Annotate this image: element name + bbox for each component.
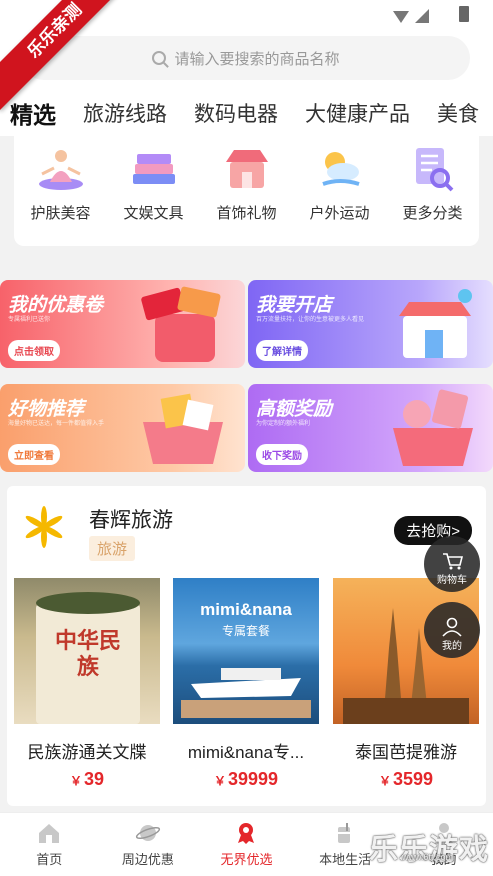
search-list-icon xyxy=(408,144,458,194)
tab-health-products[interactable]: 大健康产品 xyxy=(305,98,410,128)
weather-icon xyxy=(315,144,365,194)
drink-icon xyxy=(332,821,358,845)
banner-title: 我要开店 xyxy=(256,295,333,316)
planet-icon xyxy=(135,821,161,845)
banner-subtitle: 为你定制的额外福利 xyxy=(256,421,311,427)
floating-mine-button[interactable]: 我的 xyxy=(424,602,480,658)
product-card[interactable]: 中华民族 民族游通关文牒 ￥ 39 xyxy=(14,578,160,790)
claim-button[interactable]: 点击领取 xyxy=(8,340,60,361)
product-card[interactable]: mimi&nana 专属套餐 mimi&nana专... ￥ 39999 xyxy=(173,578,319,790)
books-icon xyxy=(129,144,179,194)
category-label: 护肤美容 xyxy=(30,205,91,222)
product-image: 中华民族 xyxy=(14,578,160,724)
collect-reward-button[interactable]: 收下奖励 xyxy=(256,444,308,465)
cart-icon xyxy=(443,553,463,570)
cruise-ship-illustration xyxy=(181,668,311,718)
tab-food[interactable]: 美食 xyxy=(437,98,479,128)
category-more[interactable]: 更多分类 xyxy=(391,144,475,246)
tab-travel-routes[interactable]: 旅游线路 xyxy=(83,98,167,128)
nav-label: 周边优惠 xyxy=(121,852,174,867)
gift-shop-icon xyxy=(222,144,272,194)
nav-boundless-picks[interactable]: 无界优选 xyxy=(197,813,296,876)
product-price: ￥ 39 xyxy=(69,769,105,789)
banner-title: 好物推荐 xyxy=(8,399,85,420)
nav-label: 本地生活 xyxy=(319,852,372,867)
shop-name[interactable]: 春辉旅游 xyxy=(89,504,173,534)
ribbon-badge-icon xyxy=(233,821,259,845)
coupon-banner[interactable]: 我的优惠卷 专属福利已送你 点击领取 xyxy=(0,280,245,368)
watermark-url: www.6tt.com xyxy=(401,852,453,862)
banner-subtitle: 专属福利已送你 xyxy=(8,317,51,323)
tab-digital-appliances[interactable]: 数码电器 xyxy=(194,98,278,128)
category-grid: 护肤美容 文娱文具 首饰礼物 户外运动 更多分类 xyxy=(14,136,479,246)
open-store-banner[interactable]: 我要开店 百万流量扶持，让你的生意被更多人看见 了解详情 xyxy=(248,280,493,368)
store-icon xyxy=(399,289,472,358)
nav-home[interactable]: 首页 xyxy=(0,813,99,876)
product-price: ￥ 3599 xyxy=(378,769,434,789)
reward-basket-icon xyxy=(393,389,473,466)
shop-logo-icon xyxy=(25,506,63,548)
category-tabs: 精选 旅游线路 数码电器 大健康产品 美食 xyxy=(0,90,493,136)
recommend-banner[interactable]: 好物推荐 海量好物已送达，每一件都值得入手 立即查看 xyxy=(0,384,245,472)
brand-watermark: 乐乐游戏 www.6tt.com xyxy=(369,826,489,868)
category-label: 首饰礼物 xyxy=(216,205,277,222)
nav-nearby-deals[interactable]: 周边优惠 xyxy=(99,813,198,876)
home-icon xyxy=(36,821,62,845)
shop-card: 春辉旅游 旅游 去抢购> 中华民族 民族游通关文牒 ￥ 39 mimi&nana … xyxy=(7,486,486,806)
search-input[interactable]: 请输入要搜索的商品名称 xyxy=(22,36,470,80)
nav-label: 首页 xyxy=(36,852,63,867)
nav-label: 无界优选 xyxy=(220,852,273,867)
banner-title: 我的优惠卷 xyxy=(8,295,104,316)
product-image-text: mimi&nana xyxy=(200,600,292,619)
category-label: 更多分类 xyxy=(402,205,463,222)
banner-subtitle: 海量好物已送达，每一件都值得入手 xyxy=(8,421,105,427)
category-jewelry-gifts[interactable]: 首饰礼物 xyxy=(205,144,289,246)
coupon-bag-icon xyxy=(141,286,221,362)
product-name: 泰国芭提雅游 xyxy=(355,743,457,762)
category-outdoor[interactable]: 户外运动 xyxy=(298,144,382,246)
user-icon xyxy=(442,617,462,637)
floating-cart-button[interactable]: 购物车 xyxy=(424,536,480,592)
search-bar-container: 请输入要搜索的商品名称 xyxy=(0,30,493,90)
category-label: 文娱文具 xyxy=(123,205,184,222)
learn-more-button[interactable]: 了解详情 xyxy=(256,340,308,361)
reward-banner[interactable]: 高额奖励 为你定制的额外福利 收下奖励 xyxy=(248,384,493,472)
banner-title: 高额奖励 xyxy=(256,399,333,420)
product-name: 民族游通关文牒 xyxy=(27,743,147,762)
tab-featured[interactable]: 精选 xyxy=(10,96,56,130)
shop-tag: 旅游 xyxy=(89,536,136,561)
product-image-subtext: 专属套餐 xyxy=(221,624,270,638)
category-skincare[interactable]: 护肤美容 xyxy=(19,144,103,246)
category-stationery[interactable]: 文娱文具 xyxy=(112,144,196,246)
search-icon xyxy=(152,51,167,65)
signal-icon xyxy=(393,9,429,23)
shopping-basket-icon xyxy=(143,393,223,464)
product-price: ￥ 39999 xyxy=(213,769,279,789)
yoga-woman-icon xyxy=(36,144,86,194)
product-image-text: 中华民族 xyxy=(54,628,121,679)
product-image: mimi&nana 专属套餐 xyxy=(173,578,319,724)
category-label: 户外运动 xyxy=(309,205,370,222)
cart-label: 购物车 xyxy=(437,575,467,586)
mine-label: 我的 xyxy=(442,641,462,652)
battery-icon xyxy=(459,6,469,22)
product-name: mimi&nana专... xyxy=(187,743,305,762)
banner-subtitle: 百万流量扶持，让你的生意被更多人看见 xyxy=(256,317,365,323)
view-now-button[interactable]: 立即查看 xyxy=(8,444,60,465)
search-placeholder: 请输入要搜索的商品名称 xyxy=(174,50,340,68)
